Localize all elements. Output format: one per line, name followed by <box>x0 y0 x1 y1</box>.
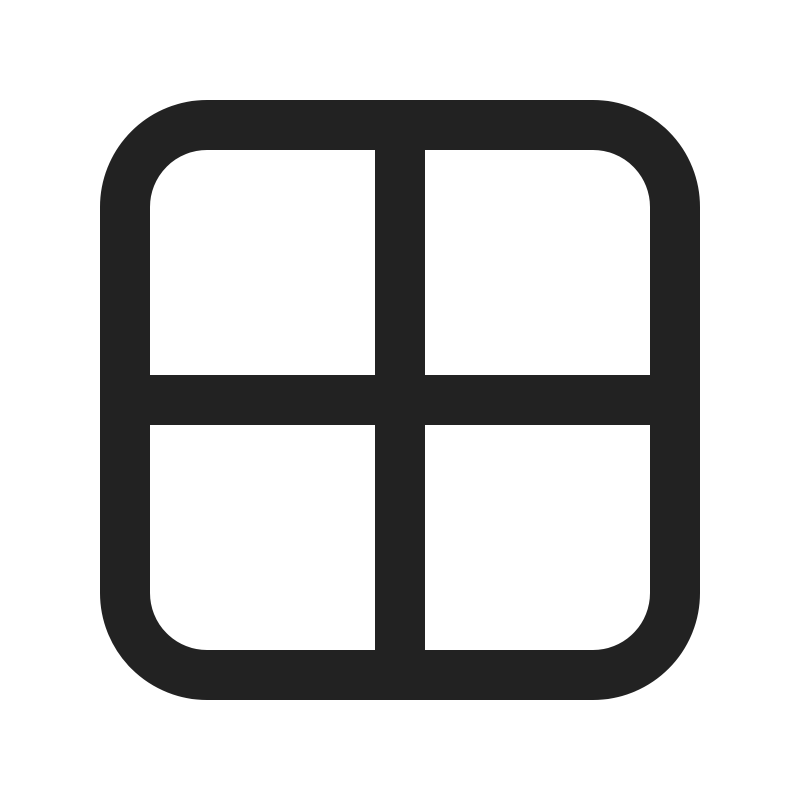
grid-icon-container <box>0 0 800 800</box>
icon-canvas <box>0 0 800 800</box>
grid-icon <box>100 100 700 700</box>
